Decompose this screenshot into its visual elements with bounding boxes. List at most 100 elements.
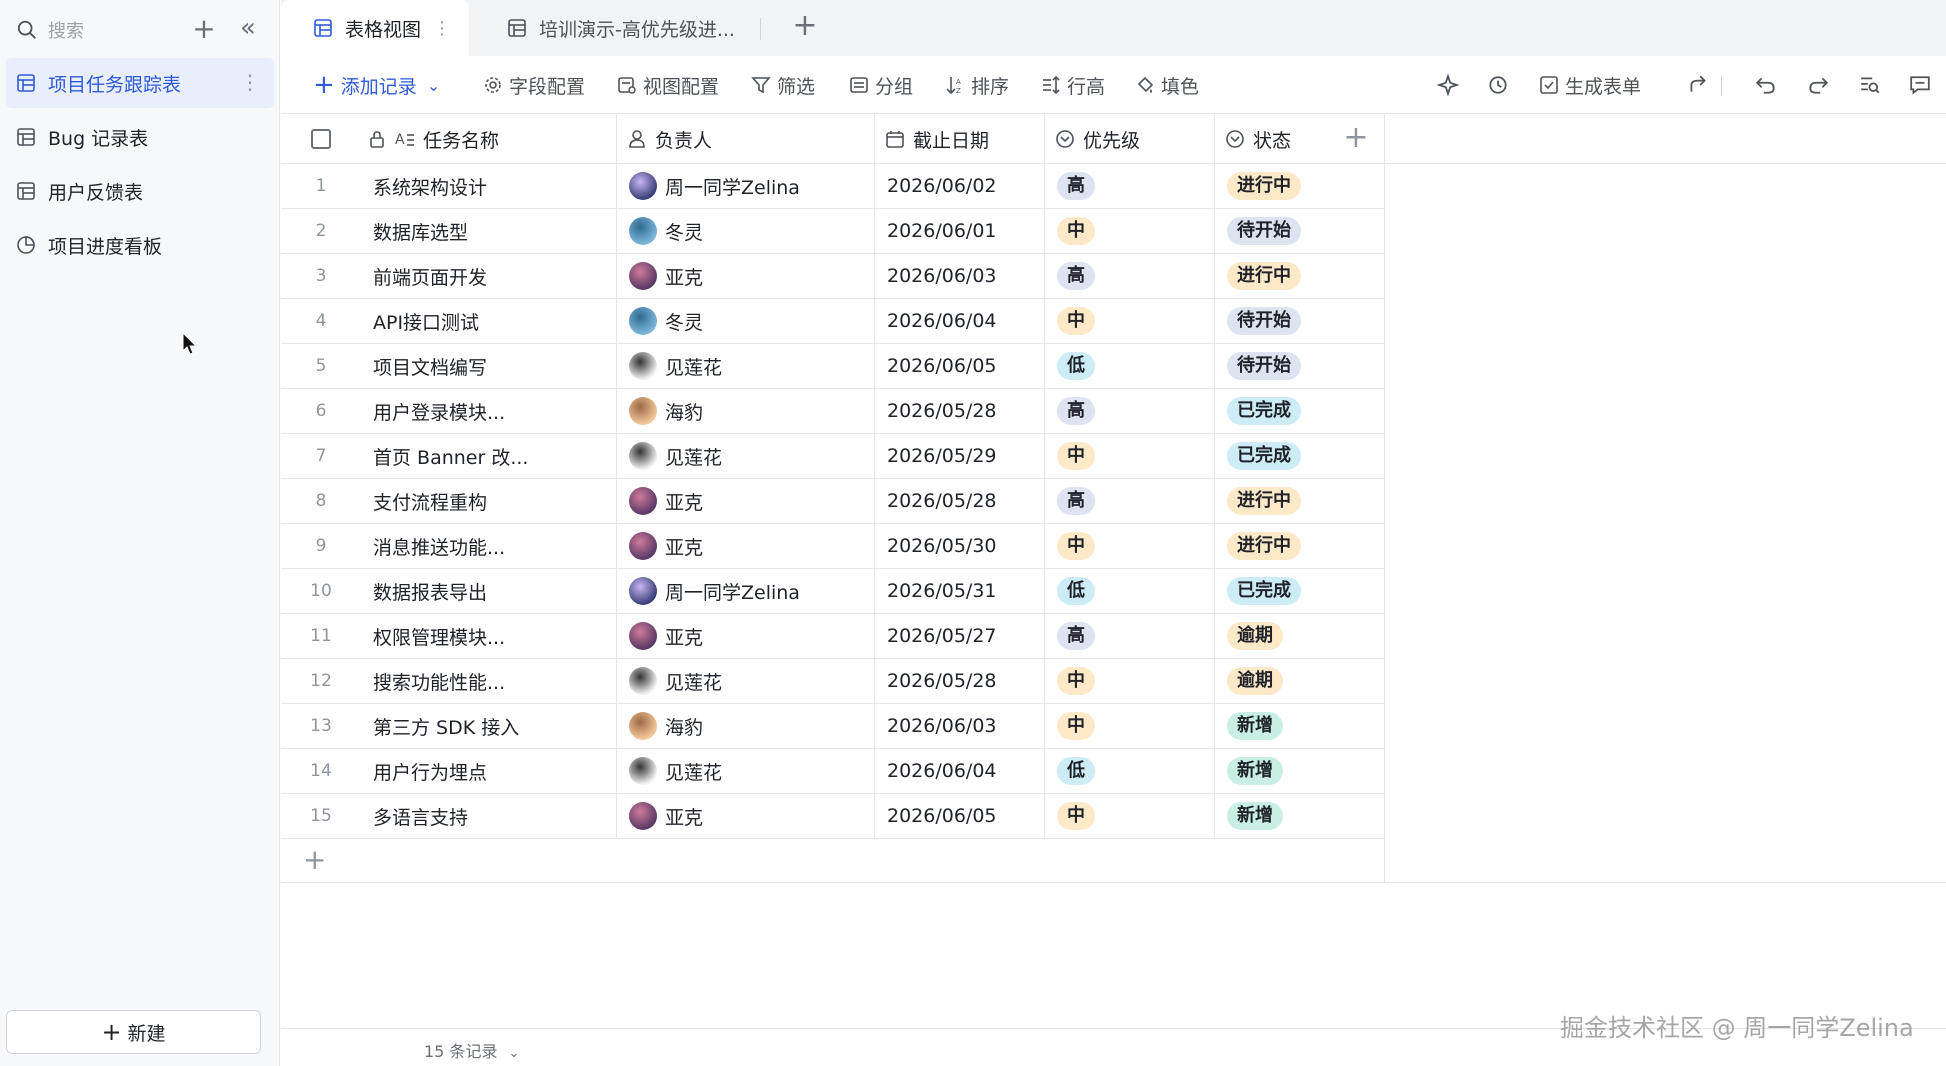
status-cell[interactable]: 进行中 <box>1215 164 1385 208</box>
due-date-cell[interactable]: 2026/06/05 <box>875 794 1045 838</box>
owner-cell[interactable]: 亚克 <box>617 254 875 298</box>
history-icon[interactable] <box>1483 70 1513 100</box>
priority-cell[interactable]: 高 <box>1045 389 1215 433</box>
task-name-cell[interactable]: 用户行为埋点 <box>361 749 617 793</box>
task-name-cell[interactable]: 系统架构设计 <box>361 164 617 208</box>
owner-cell[interactable]: 见莲花 <box>617 434 875 478</box>
chevron-down-icon[interactable]: ⌄ <box>509 1046 520 1061</box>
tab-more-icon[interactable]: ⋮ <box>433 18 451 39</box>
owner-cell[interactable]: 亚克 <box>617 479 875 523</box>
fill-color-button[interactable]: 填色 <box>1135 68 1199 102</box>
task-name-cell[interactable]: 消息推送功能... <box>361 524 617 568</box>
table-row[interactable]: 6 用户登录模块... 海豹 2026/05/28 高 已完成 <box>281 389 1385 434</box>
owner-cell[interactable]: 海豹 <box>617 704 875 748</box>
status-cell[interactable]: 进行中 <box>1215 524 1385 568</box>
task-name-cell[interactable]: 首页 Banner 改... <box>361 434 617 478</box>
priority-cell[interactable]: 中 <box>1045 704 1215 748</box>
table-row[interactable]: 1 系统架构设计 周一同学Zelina 2026/06/02 高 进行中 <box>281 164 1385 209</box>
priority-cell[interactable]: 中 <box>1045 434 1215 478</box>
due-date-cell[interactable]: 2026/06/04 <box>875 749 1045 793</box>
table-row[interactable]: 10 数据报表导出 周一同学Zelina 2026/05/31 低 已完成 <box>281 569 1385 614</box>
column-header-priority[interactable]: 优先级 <box>1045 114 1215 164</box>
comment-icon[interactable] <box>1905 70 1935 100</box>
status-cell[interactable]: 进行中 <box>1215 479 1385 523</box>
status-cell[interactable]: 新增 <box>1215 749 1385 793</box>
status-cell[interactable]: 逾期 <box>1215 659 1385 703</box>
task-name-cell[interactable]: 数据库选型 <box>361 209 617 253</box>
due-date-cell[interactable]: 2026/05/30 <box>875 524 1045 568</box>
status-cell[interactable]: 已完成 <box>1215 569 1385 613</box>
add-record-button[interactable]: + 添加记录 ⌄ <box>313 68 440 102</box>
record-count[interactable]: 15 条记录 ⌄ <box>424 1038 519 1062</box>
owner-cell[interactable]: 亚克 <box>617 524 875 568</box>
table-row[interactable]: 11 权限管理模块... 亚克 2026/05/27 高 逾期 <box>281 614 1385 659</box>
priority-cell[interactable]: 低 <box>1045 749 1215 793</box>
priority-cell[interactable]: 中 <box>1045 299 1215 343</box>
new-button[interactable]: + 新建 <box>6 1010 261 1054</box>
due-date-cell[interactable]: 2026/05/27 <box>875 614 1045 658</box>
column-header-task[interactable]: A 任务名称 <box>361 114 617 164</box>
sort-button[interactable]: AZ 排序 <box>945 68 1009 102</box>
status-cell[interactable]: 已完成 <box>1215 389 1385 433</box>
search-records-icon[interactable] <box>1855 70 1885 100</box>
priority-cell[interactable]: 中 <box>1045 209 1215 253</box>
owner-cell[interactable]: 亚克 <box>617 794 875 838</box>
table-row[interactable]: 8 支付流程重构 亚克 2026/05/28 高 进行中 <box>281 479 1385 524</box>
task-name-cell[interactable]: 前端页面开发 <box>361 254 617 298</box>
due-date-cell[interactable]: 2026/06/04 <box>875 299 1045 343</box>
undo-icon[interactable] <box>1751 70 1781 100</box>
task-name-cell[interactable]: 数据报表导出 <box>361 569 617 613</box>
priority-cell[interactable]: 中 <box>1045 659 1215 703</box>
task-name-cell[interactable]: 支付流程重构 <box>361 479 617 523</box>
table-row[interactable]: 14 用户行为埋点 见莲花 2026/06/04 低 新增 <box>281 749 1385 794</box>
table-row[interactable]: 13 第三方 SDK 接入 海豹 2026/06/03 中 新增 <box>281 704 1385 749</box>
tab-grid-view[interactable]: 表格视图 ⋮ <box>281 0 469 56</box>
table-row[interactable]: 9 消息推送功能... 亚克 2026/05/30 中 进行中 <box>281 524 1385 569</box>
due-date-cell[interactable]: 2026/05/31 <box>875 569 1045 613</box>
select-all-checkbox[interactable] <box>311 129 331 149</box>
search-placeholder[interactable]: 搜索 <box>48 17 84 43</box>
due-date-cell[interactable]: 2026/05/28 <box>875 389 1045 433</box>
status-cell[interactable]: 待开始 <box>1215 299 1385 343</box>
owner-cell[interactable]: 海豹 <box>617 389 875 433</box>
status-cell[interactable]: 新增 <box>1215 794 1385 838</box>
add-table-button[interactable]: + <box>190 15 218 44</box>
due-date-cell[interactable]: 2026/06/01 <box>875 209 1045 253</box>
table-row[interactable]: 12 搜索功能性能... 见莲花 2026/05/28 中 逾期 <box>281 659 1385 704</box>
column-header-owner[interactable]: 负责人 <box>617 114 875 164</box>
due-date-cell[interactable]: 2026/05/29 <box>875 434 1045 478</box>
task-name-cell[interactable]: 多语言支持 <box>361 794 617 838</box>
task-name-cell[interactable]: 权限管理模块... <box>361 614 617 658</box>
share-icon[interactable] <box>1683 70 1713 100</box>
task-name-cell[interactable]: API接口测试 <box>361 299 617 343</box>
table-row[interactable]: 2 数据库选型 冬灵 2026/06/01 中 待开始 <box>281 209 1385 254</box>
sidebar-item-bug-records[interactable]: Bug 记录表 <box>6 112 274 162</box>
add-row-button[interactable]: + <box>281 839 1385 883</box>
more-icon[interactable]: ⋮ <box>240 70 260 94</box>
priority-cell[interactable]: 高 <box>1045 254 1215 298</box>
priority-cell[interactable]: 中 <box>1045 524 1215 568</box>
view-config-button[interactable]: 视图配置 <box>617 68 719 102</box>
sidebar-item-user-feedback[interactable]: 用户反馈表 <box>6 166 274 216</box>
table-row[interactable]: 3 前端页面开发 亚克 2026/06/03 高 进行中 <box>281 254 1385 299</box>
priority-cell[interactable]: 低 <box>1045 344 1215 388</box>
owner-cell[interactable]: 周一同学Zelina <box>617 164 875 208</box>
status-cell[interactable]: 已完成 <box>1215 434 1385 478</box>
due-date-cell[interactable]: 2026/06/05 <box>875 344 1045 388</box>
due-date-cell[interactable]: 2026/05/28 <box>875 659 1045 703</box>
owner-cell[interactable]: 亚克 <box>617 614 875 658</box>
generate-form-button[interactable]: 生成表单 <box>1539 68 1641 102</box>
due-date-cell[interactable]: 2026/05/28 <box>875 479 1045 523</box>
add-view-button[interactable]: + <box>788 10 822 44</box>
owner-cell[interactable]: 见莲花 <box>617 659 875 703</box>
filter-button[interactable]: 筛选 <box>751 68 815 102</box>
priority-cell[interactable]: 高 <box>1045 479 1215 523</box>
add-column-button[interactable]: + <box>1339 122 1373 156</box>
group-button[interactable]: 分组 <box>849 68 913 102</box>
row-height-button[interactable]: 行高 <box>1041 68 1105 102</box>
owner-cell[interactable]: 周一同学Zelina <box>617 569 875 613</box>
priority-cell[interactable]: 高 <box>1045 164 1215 208</box>
field-config-button[interactable]: 字段配置 <box>483 68 585 102</box>
chevron-down-icon[interactable]: ⌄ <box>427 76 440 95</box>
owner-cell[interactable]: 见莲花 <box>617 344 875 388</box>
